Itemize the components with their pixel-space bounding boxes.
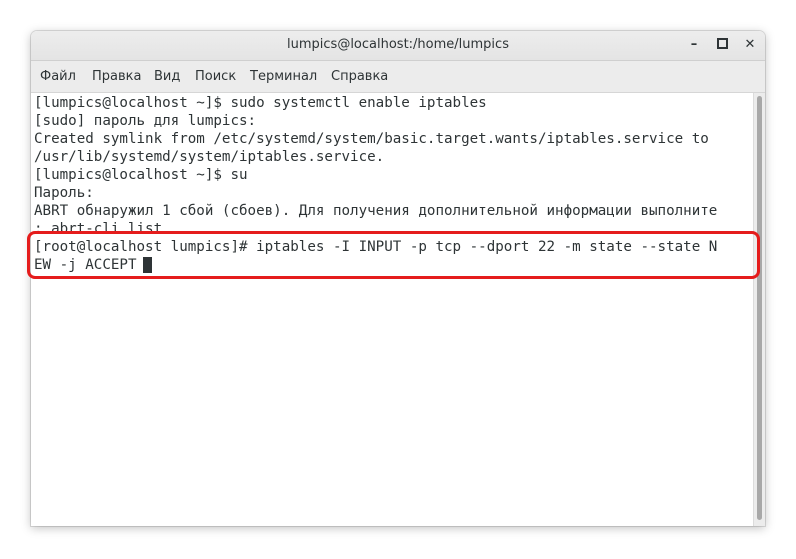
menu-file[interactable]: Файл [40, 69, 76, 84]
title-bar[interactable]: lumpics@localhost:/home/lumpics – ✕ [31, 31, 765, 61]
maximize-button[interactable] [711, 35, 733, 55]
window-title: lumpics@localhost:/home/lumpics [287, 37, 509, 52]
terminal-line: [sudo] пароль для lumpics: [34, 113, 257, 129]
terminal-line: [lumpics@localhost ~]$ su [34, 167, 248, 183]
menu-bar: Файл Правка Вид Поиск Терминал Справка [31, 61, 765, 93]
close-button[interactable]: ✕ [739, 35, 761, 55]
terminal-output[interactable]: [lumpics@localhost ~]$ sudo systemctl en… [31, 93, 753, 526]
minimize-button[interactable]: – [683, 35, 705, 55]
menu-view[interactable]: Вид [154, 69, 180, 84]
menu-search[interactable]: Поиск [195, 69, 236, 84]
terminal-line: ABRT обнаружил 1 сбой (сбоев). Для получ… [34, 203, 718, 219]
terminal-line: Пароль: [34, 185, 94, 201]
menu-terminal[interactable]: Терминал [250, 69, 317, 84]
menu-help[interactable]: Справка [331, 69, 388, 84]
terminal-line: Created symlink from /etc/systemd/system… [34, 131, 709, 147]
menu-edit[interactable]: Правка [92, 69, 141, 84]
scrollbar-thumb[interactable] [757, 96, 762, 520]
terminal-line: /usr/lib/systemd/system/iptables.service… [34, 149, 385, 165]
maximize-icon [716, 38, 728, 49]
vertical-scrollbar[interactable] [753, 93, 765, 526]
terminal-line: [lumpics@localhost ~]$ sudo systemctl en… [34, 95, 487, 111]
command-highlight-box [27, 231, 760, 279]
